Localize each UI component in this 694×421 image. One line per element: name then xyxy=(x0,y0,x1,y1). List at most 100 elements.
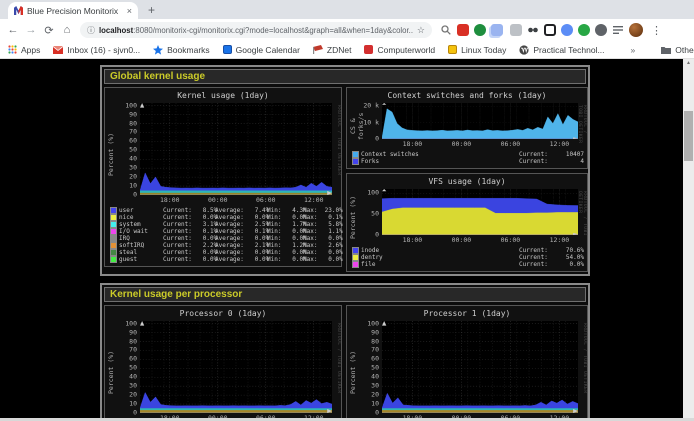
y-tick-label: 40 xyxy=(371,373,379,381)
legend-swatch xyxy=(111,222,116,227)
legend-row: guestCurrent: 0.0%Average: 0.0%Min: 0.0%… xyxy=(111,256,338,263)
browser-toolbar: ← → ⟳ ⌂ ⓘ localhost:8080/monitorix-cgi/m… xyxy=(0,19,694,41)
chrome-menu-icon[interactable]: ⋮ xyxy=(651,24,662,37)
legend-value: Min: 4.3% xyxy=(267,207,303,214)
zdnet-icon xyxy=(313,45,323,54)
legend-value: Current: 0.0% xyxy=(163,235,215,242)
url-text: localhost:8080/monitorix-cgi/monitorix.c… xyxy=(99,26,413,35)
y-axis-ticks: 100500 xyxy=(358,189,382,235)
legend-swatch xyxy=(111,215,116,220)
glasses-extension-icon[interactable] xyxy=(527,24,539,36)
legend-swatch xyxy=(353,159,358,164)
legend-series-name: Context switches xyxy=(361,151,469,158)
processor-0-chart[interactable]: Percent (%)100908070605040302010018:0000… xyxy=(105,319,341,421)
graph-title: Processor 0 (1day) xyxy=(105,306,341,319)
pages-extension-icon[interactable] xyxy=(491,24,503,36)
legend-row: Context switches Current: 10407 xyxy=(353,151,584,158)
plot-area xyxy=(382,103,578,139)
gray-extension-icon[interactable] xyxy=(510,24,522,36)
bookmark-label: Linux Today xyxy=(461,45,506,55)
other-bookmarks-button[interactable]: Other bookmarks xyxy=(661,45,694,55)
y-tick-label: 70 xyxy=(129,346,137,354)
other-bookmarks-label: Other bookmarks xyxy=(675,45,694,55)
legend-swatch xyxy=(111,257,116,262)
back-icon[interactable]: ← xyxy=(5,24,21,36)
x-tick-label: 00:00 xyxy=(208,196,228,204)
blue-circle-extension-icon[interactable] xyxy=(561,24,573,36)
legend-series-name: guest xyxy=(119,256,163,263)
right-graph-column: Context switches and forks (1day) CS & f… xyxy=(346,87,588,272)
y-tick-label: 90 xyxy=(129,328,137,336)
legend-value: Min: 1.7% xyxy=(267,221,303,228)
kernel-usage-chart[interactable]: Percent (%)100908070605040302010018:0000… xyxy=(105,101,341,205)
reload-icon[interactable]: ⟳ xyxy=(41,24,57,37)
y-tick-label: 50 xyxy=(129,146,137,154)
processor-1-chart[interactable]: Percent (%)100908070605040302010018:0000… xyxy=(347,319,587,421)
legend-series-name: inode xyxy=(361,247,469,254)
bookmark-computerworld[interactable]: Computerworld xyxy=(364,45,435,55)
green-circle-extension-icon[interactable] xyxy=(578,24,590,36)
y-tick-label: 0 xyxy=(375,231,379,239)
tab-close-icon[interactable]: × xyxy=(127,6,132,16)
y-tick-label: 70 xyxy=(371,346,379,354)
y-tick-label: 60 xyxy=(129,137,137,145)
bookmarks-overflow-chevron[interactable]: » xyxy=(631,45,636,55)
context-switches-legend: Context switches Current: 10407ForksCurre… xyxy=(347,149,587,168)
bookmark-apps[interactable]: Apps xyxy=(8,45,40,55)
page-scrollbar[interactable]: ▲ xyxy=(683,59,694,421)
address-bar[interactable]: ⓘ localhost:8080/monitorix-cgi/monitorix… xyxy=(80,22,432,38)
graph-panel-vfs-usage: VFS usage (1day) Percent (%)10050018:000… xyxy=(346,173,588,272)
profile-avatar[interactable] xyxy=(629,23,643,37)
legend-swatch xyxy=(111,229,116,234)
legend-swatch xyxy=(111,236,116,241)
x-tick-label: 06:00 xyxy=(256,196,276,204)
x-tick-label: 12:00 xyxy=(550,236,570,244)
bookmark-label: Apps xyxy=(21,45,40,55)
vfs-usage-chart[interactable]: Percent (%)10050018:0000:0006:0012:00RRD… xyxy=(347,187,587,245)
y-tick-label: 0 xyxy=(133,191,137,199)
legend-value: Min: 0.0% xyxy=(267,256,303,263)
y-axis-arrow xyxy=(140,321,144,326)
graph-title: Kernel usage (1day) xyxy=(105,88,341,101)
bookmark-inbox[interactable]: Inbox (16) - sjvn0... xyxy=(53,45,140,55)
y-tick-label: 70 xyxy=(129,128,137,136)
home-icon[interactable]: ⌂ xyxy=(59,24,75,36)
playlist-extension-icon[interactable] xyxy=(612,24,624,36)
legend-value: Current: 0.0% xyxy=(163,214,215,221)
bookmark-label: Practical Technol... xyxy=(533,45,604,55)
gmail-extension-icon[interactable] xyxy=(457,24,469,36)
bookmark-star-icon[interactable]: ☆ xyxy=(417,25,425,36)
y-tick-label: 80 xyxy=(371,337,379,345)
new-tab-button[interactable]: + xyxy=(148,3,155,17)
bookmark-zdnet[interactable]: ZDNet xyxy=(313,45,352,55)
y-tick-label: 50 xyxy=(371,364,379,372)
browser-tab[interactable]: Blue Precision Monitorix × xyxy=(8,2,138,19)
forward-icon[interactable]: → xyxy=(23,24,39,36)
bookmark-google-calendar[interactable]: Google Calendar xyxy=(223,45,300,55)
bookmark-bookmarks[interactable]: Bookmarks xyxy=(153,45,210,55)
folder-icon xyxy=(661,46,671,54)
y-axis-ticks: 1009080706050403020100 xyxy=(358,321,382,413)
graph-panel-kernel-usage: Kernel usage (1day) Percent (%)100908070… xyxy=(104,87,342,267)
search-extension-icon[interactable] xyxy=(440,24,452,36)
window-extension-icon[interactable] xyxy=(544,24,556,36)
legend-swatch xyxy=(353,248,358,253)
legend-value: Max: 0.0% xyxy=(303,249,343,256)
legend-row: ForksCurrent: 4 xyxy=(353,158,584,165)
bookmark-practical-technology[interactable]: Practical Technol... xyxy=(519,45,604,55)
pin-extension-icon[interactable] xyxy=(595,24,607,36)
green-extension-icon[interactable] xyxy=(474,24,486,36)
graph-title: Context switches and forks (1day) xyxy=(347,88,587,101)
page-info-icon[interactable]: ⓘ xyxy=(87,25,95,36)
legend-row: systemCurrent: 3.1%Average: 2.5%Min: 1.7… xyxy=(111,221,338,228)
legend-value: Max: 1.1% xyxy=(303,228,343,235)
rrdtool-watermark: RRDTOOL / TOBI OETIKER xyxy=(332,321,341,421)
scrollbar-up-arrow-icon[interactable]: ▲ xyxy=(683,59,694,68)
context-switches-chart[interactable]: CS & forks/s20 k10 k018:0000:0006:0012:0… xyxy=(347,101,587,149)
computerworld-icon xyxy=(364,45,373,54)
wordpress-icon xyxy=(519,45,529,55)
y-tick-label: 10 xyxy=(129,182,137,190)
legend-value: Current: 10407 xyxy=(519,151,584,158)
bookmark-linux-today[interactable]: Linux Today xyxy=(448,45,506,55)
scrollbar-thumb[interactable] xyxy=(684,111,693,161)
